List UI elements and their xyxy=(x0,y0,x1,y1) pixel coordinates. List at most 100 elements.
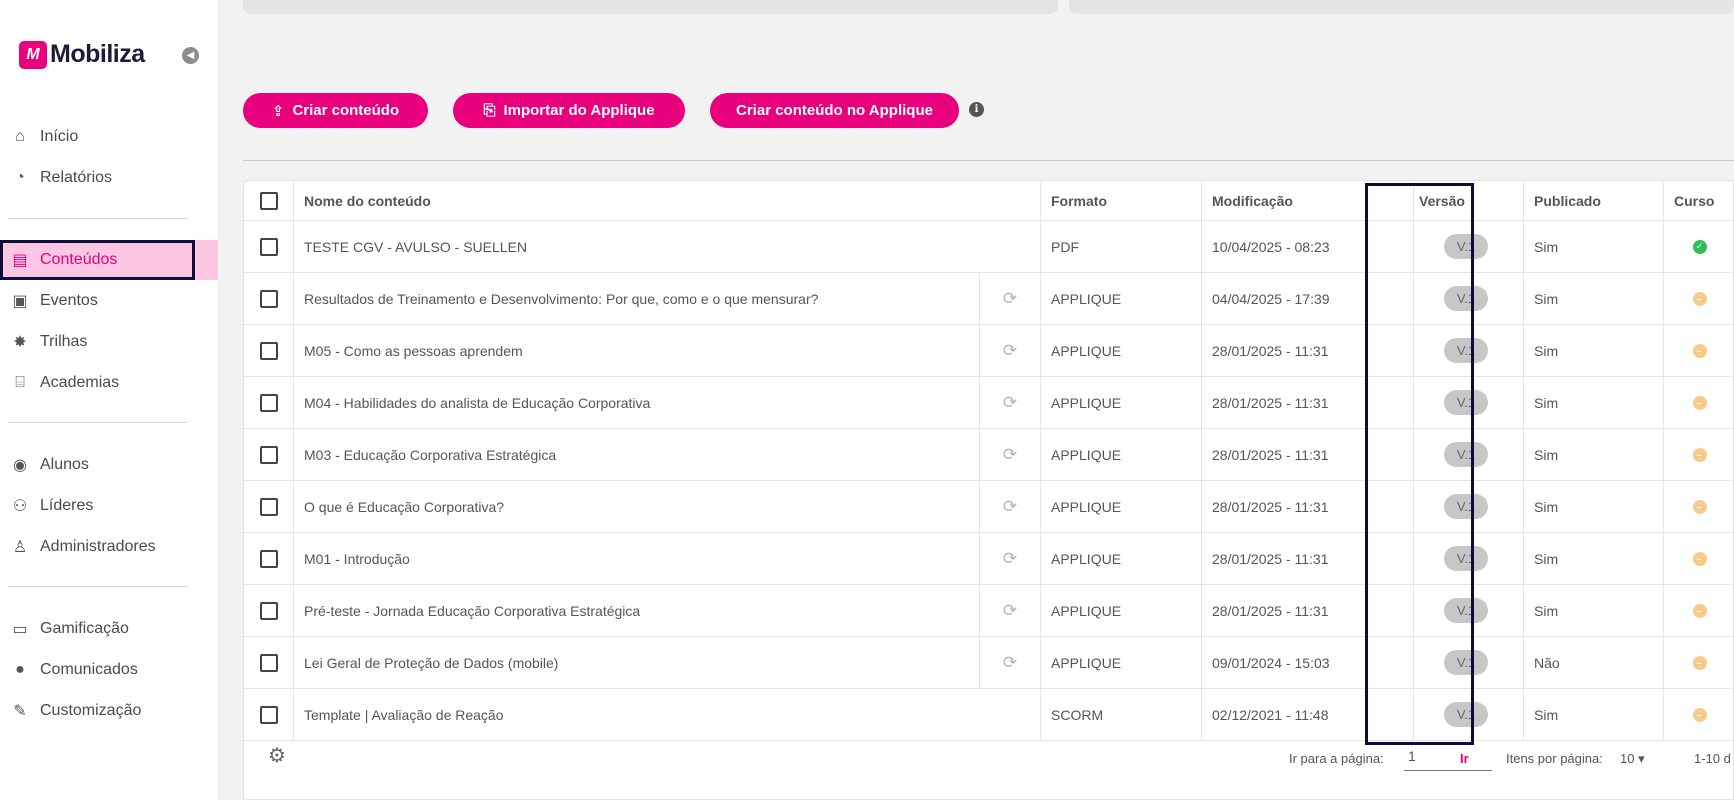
row-checkbox[interactable] xyxy=(259,653,278,672)
row-checkbox[interactable] xyxy=(259,237,278,256)
goto-page-button[interactable]: Ir xyxy=(1460,751,1469,766)
table-row[interactable]: M01 - Introdução ⟳ APPLIQUE 28/01/2025 - 11… xyxy=(244,533,1734,585)
column-header-version[interactable]: Versão xyxy=(1414,181,1524,220)
sidebar-item-4[interactable]: ✸ Trilhas xyxy=(0,322,218,362)
items-per-page-value: 10 xyxy=(1620,751,1635,766)
sync-icon[interactable]: ⟳ xyxy=(1003,601,1017,621)
table-row[interactable]: TESTE CGV - AVULSO - SUELLEN PDF 10/04/202… xyxy=(244,221,1734,273)
table-row[interactable]: Resultados de Treinamento e Desenvolvime… xyxy=(244,273,1734,325)
divider xyxy=(8,422,188,423)
sidebar-item-0[interactable]: ⌂ Início xyxy=(0,117,218,157)
content-format: APPLIQUE xyxy=(1041,585,1202,636)
content-name[interactable]: M03 - Educação Corporativa Estratégica xyxy=(294,429,980,480)
sidebar-item-5[interactable]: ⌸ Academias xyxy=(0,363,218,403)
content-name[interactable]: Resultados de Treinamento e Desenvolvime… xyxy=(294,273,980,324)
sync-icon[interactable]: ⟳ xyxy=(1003,653,1017,673)
row-checkbox[interactable] xyxy=(259,289,278,308)
sidebar-item-7[interactable]: ⚇ Líderes xyxy=(0,486,218,526)
sidebar-item-1[interactable]: ◔ Relatórios xyxy=(0,158,218,198)
file-import-icon: ⎘ xyxy=(483,102,496,119)
pie-chart-icon: ◔ xyxy=(15,169,25,186)
content-published: Sim xyxy=(1524,221,1664,272)
user-tie-icon: ♙ xyxy=(12,539,28,556)
table-row[interactable]: M03 - Educação Corporativa Estratégica ⟳ A… xyxy=(244,429,1734,481)
minus-circle-icon: – xyxy=(1692,395,1707,410)
sidebar-item-3[interactable]: ▣ Eventos xyxy=(0,281,218,321)
row-checkbox[interactable] xyxy=(259,601,278,620)
collapse-sidebar-button[interactable]: ◀ xyxy=(182,47,199,64)
select-all-checkbox[interactable] xyxy=(259,191,278,210)
check-circle-icon: ✓ xyxy=(1692,239,1707,254)
sidebar-item-6[interactable]: ◉ Alunos xyxy=(0,445,218,485)
version-badge[interactable]: V.1 xyxy=(1444,234,1488,259)
version-badge[interactable]: V.1 xyxy=(1444,442,1488,467)
content-modified: 10/04/2025 - 08:23 xyxy=(1202,221,1414,272)
create-content-button[interactable]: ⇪ Criar conteúdo xyxy=(243,93,428,128)
version-badge[interactable]: V.1 xyxy=(1444,546,1488,571)
sidebar-item-2[interactable]: ▤ Conteúdos xyxy=(0,240,218,280)
content-format: APPLIQUE xyxy=(1041,533,1202,584)
version-badge[interactable]: V.1 xyxy=(1444,650,1488,675)
minus-circle-icon: – xyxy=(1692,291,1707,306)
sync-icon[interactable]: ⟳ xyxy=(1003,289,1017,309)
row-checkbox[interactable] xyxy=(259,705,278,724)
import-applique-label: Importar do Applique xyxy=(503,102,655,119)
info-icon[interactable]: i xyxy=(969,102,984,117)
content-name[interactable]: M01 - Introdução xyxy=(294,533,980,584)
sync-icon[interactable]: ⟳ xyxy=(1003,341,1017,361)
version-badge[interactable]: V.1 xyxy=(1444,494,1488,519)
content-published: Não xyxy=(1524,637,1664,688)
column-header-published[interactable]: Publicado xyxy=(1524,181,1664,220)
content-name[interactable]: Lei Geral de Proteção de Dados (mobile) xyxy=(294,637,980,688)
row-checkbox[interactable] xyxy=(259,393,278,412)
row-checkbox[interactable] xyxy=(259,497,278,516)
column-header-course[interactable]: Curso xyxy=(1664,181,1734,220)
sidebar-item-label: Customização xyxy=(40,702,142,719)
top-card xyxy=(243,0,1058,14)
sidebar-item-8[interactable]: ♙ Administradores xyxy=(0,527,218,567)
divider xyxy=(8,218,188,219)
content-name[interactable]: M04 - Habilidades do analista de Educaçã… xyxy=(294,377,980,428)
sidebar-item-10[interactable]: ● Comunicados xyxy=(0,650,218,690)
table-row[interactable]: M04 - Habilidades do analista de Educaçã… xyxy=(244,377,1734,429)
sync-icon[interactable]: ⟳ xyxy=(1003,497,1017,517)
version-badge[interactable]: V.1 xyxy=(1444,598,1488,623)
version-badge[interactable]: V.1 xyxy=(1444,286,1488,311)
import-applique-button[interactable]: ⎘ Importar do Applique xyxy=(453,93,685,128)
content-name[interactable]: M05 - Como as pessoas aprendem xyxy=(294,325,980,376)
row-checkbox[interactable] xyxy=(259,445,278,464)
goto-page-input[interactable]: 1 xyxy=(1404,741,1492,771)
sidebar-item-label: Comunicados xyxy=(40,661,138,678)
column-header-name[interactable]: Nome do conteúdo xyxy=(294,181,1041,220)
row-checkbox[interactable] xyxy=(259,341,278,360)
items-per-page-select[interactable]: 10 ▾ xyxy=(1620,751,1645,767)
sidebar: M Mobiliza ◀ ⌂ Início ◔ Relatórios ▤ Conteúdo… xyxy=(0,0,218,800)
minus-circle-icon: – xyxy=(1692,603,1707,618)
sidebar-item-11[interactable]: ✎ Customização xyxy=(0,691,218,731)
version-badge[interactable]: V.1 xyxy=(1444,702,1488,727)
logo-mark-icon: M xyxy=(19,40,47,69)
table-row[interactable]: Lei Geral de Proteção de Dados (mobile) ⟳… xyxy=(244,637,1734,689)
table-row[interactable]: O que é Educação Corporativa? ⟳ APPLIQUE 28… xyxy=(244,481,1734,533)
content-name[interactable]: TESTE CGV - AVULSO - SUELLEN xyxy=(294,221,1041,272)
content-name[interactable]: Pré-teste - Jornada Educação Corporativa… xyxy=(294,585,980,636)
row-checkbox[interactable] xyxy=(259,549,278,568)
column-header-modified[interactable]: Modificação xyxy=(1202,181,1414,220)
sidebar-item-9[interactable]: ▭ Gamificação xyxy=(0,609,218,649)
content-name[interactable]: O que é Educação Corporativa? xyxy=(294,481,980,532)
version-badge[interactable]: V.1 xyxy=(1444,390,1488,415)
content-format: APPLIQUE xyxy=(1041,273,1202,324)
version-badge[interactable]: V.1 xyxy=(1444,338,1488,363)
sync-icon[interactable]: ⟳ xyxy=(1003,549,1017,569)
gear-icon[interactable]: ⚙ xyxy=(268,743,286,768)
table-row[interactable]: M05 - Como as pessoas aprendem ⟳ APPLIQUE 2… xyxy=(244,325,1734,377)
logo[interactable]: M Mobiliza xyxy=(19,40,145,69)
sidebar-item-label: Gamificação xyxy=(40,620,129,637)
create-applique-content-button[interactable]: Criar conteúdo no Applique xyxy=(710,93,959,128)
table-row[interactable]: Pré-teste - Jornada Educação Corporativa… xyxy=(244,585,1734,637)
column-header-format[interactable]: Formato xyxy=(1041,181,1202,220)
sync-icon[interactable]: ⟳ xyxy=(1003,393,1017,413)
sync-icon[interactable]: ⟳ xyxy=(1003,445,1017,465)
sidebar-item-label: Trilhas xyxy=(40,333,88,350)
chevron-left-icon: ◀ xyxy=(186,50,195,61)
